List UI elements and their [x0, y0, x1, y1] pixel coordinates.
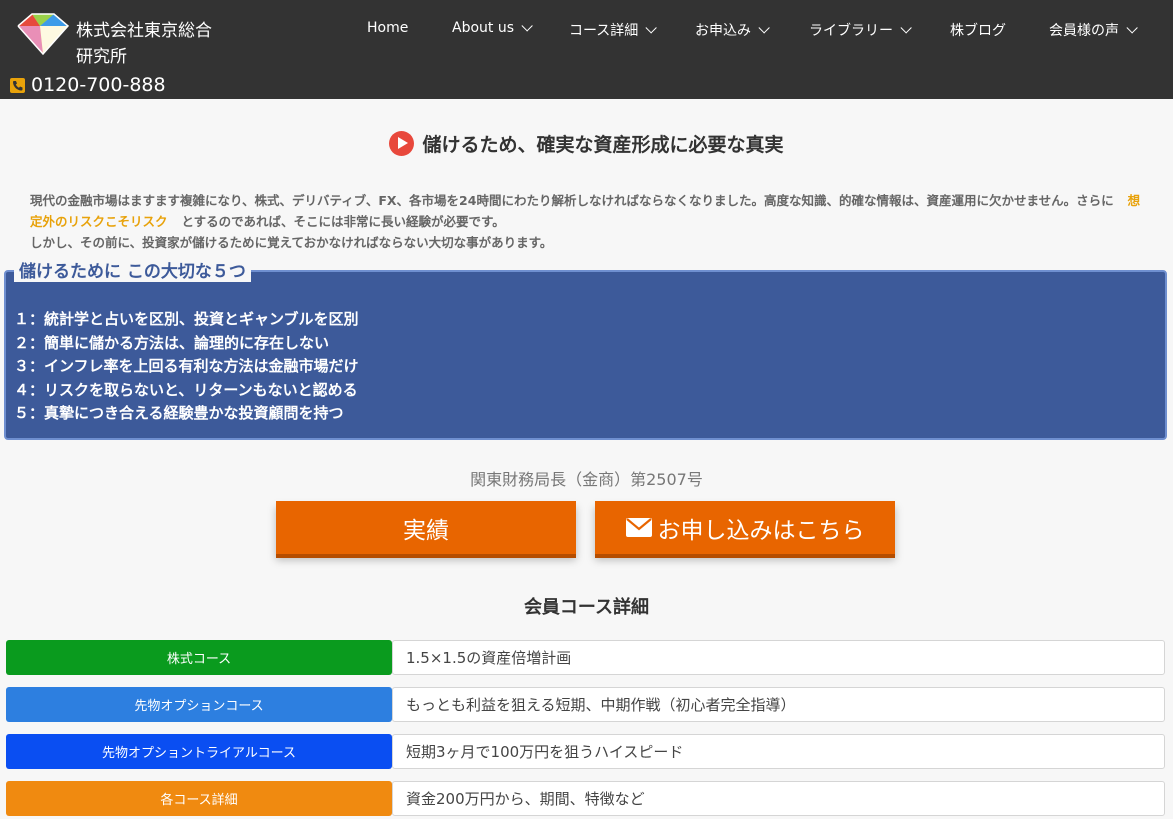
- site-header: 株式会社東京総合研究所 0120-700-888 Home About us コ…: [0, 0, 1173, 99]
- phone-number[interactable]: 0120-700-888: [10, 72, 166, 98]
- list-item: ４：リスクを取らないと、リターンもないと認める: [14, 380, 358, 399]
- nav-label: Home: [367, 20, 409, 36]
- nav-library[interactable]: ライブラリー: [809, 20, 912, 40]
- course-description: 1.5×1.5の資産倍増計画: [392, 640, 1165, 675]
- nav-label: 株ブログ: [950, 23, 1006, 39]
- course-button-stock[interactable]: 株式コース: [6, 640, 392, 675]
- nav-label: お申込み: [695, 23, 751, 39]
- course-button-futures-trial[interactable]: 先物オプショントライアルコース: [6, 734, 392, 769]
- section-heading: 儲けるため、確実な資産形成に必要な真実: [0, 130, 1173, 157]
- nav-label: コース詳細: [569, 23, 639, 39]
- nav-label: About us: [452, 20, 515, 36]
- chevron-down-icon: [645, 22, 658, 34]
- chevron-down-icon: [758, 22, 770, 34]
- apply-button[interactable]: お申し込みはこちら: [595, 501, 895, 554]
- five-points-list: １：統計学と占いを区別、投資とギャンブルを区別 ２：簡単に儲かる方法は、論理的に…: [14, 308, 359, 426]
- chevron-down-icon: [1126, 22, 1138, 34]
- nav-label: ライブラリー: [809, 23, 893, 39]
- table-row: 各コース詳細 資金200万円から、期間、特徴など: [6, 781, 1165, 816]
- nav-course-details[interactable]: コース詳細: [569, 20, 658, 40]
- table-row: 先物オプションコース もっとも利益を狙える短期、中期作戦（初心者完全指導）: [6, 687, 1165, 722]
- intro-part-1: 現代の金融市場はますます複雑になり、株式、デリバティブ、FX、各市場を24時間に…: [30, 193, 1114, 208]
- chevron-down-icon: [521, 20, 533, 32]
- company-name[interactable]: 株式会社東京総合研究所: [76, 18, 216, 70]
- intro-text: 現代の金融市場はますます複雑になり、株式、デリバティブ、FX、各市場を24時間に…: [30, 190, 1145, 253]
- courses-heading: 会員コース詳細: [523, 597, 650, 618]
- nav-label: 会員様の声: [1049, 23, 1119, 39]
- course-description: もっとも利益を狙える短期、中期作戦（初心者完全指導）: [392, 687, 1165, 722]
- intro-part-2: とするのであれば、そこには非常に長い経験が必要です。: [181, 214, 505, 229]
- course-description: 短期3ヶ月で100万円を狙うハイスピード: [392, 734, 1165, 769]
- list-item: ５：真摯につき合える経験豊かな投資顧問を持つ: [14, 404, 344, 422]
- list-item: ３：インフレ率を上回る有利な方法は金融市場だけ: [14, 357, 359, 375]
- chevron-down-icon: [900, 22, 912, 34]
- five-points-title: 儲けるために この大切な５つ: [14, 262, 251, 282]
- apply-button-label: お申し込みはこちら: [657, 517, 865, 544]
- phone-icon: [10, 77, 25, 93]
- course-button-futures-options[interactable]: 先物オプションコース: [6, 687, 392, 722]
- nav-testimonials[interactable]: 会員様の声: [1049, 20, 1138, 40]
- course-description: 資金200万円から、期間、特徴など: [392, 781, 1165, 816]
- section-heading-text: 儲けるため、確実な資産形成に必要な真実: [422, 134, 784, 156]
- company-logo-icon[interactable]: [14, 10, 72, 56]
- course-button-all-details[interactable]: 各コース詳細: [6, 781, 392, 816]
- nav-blog[interactable]: 株ブログ: [950, 20, 1006, 40]
- nav-home[interactable]: Home: [367, 20, 408, 36]
- phone-text: 0120-700-888: [31, 74, 166, 96]
- table-row: 株式コース 1.5×1.5の資産倍増計画: [6, 640, 1165, 675]
- play-icon: [389, 131, 415, 156]
- results-button[interactable]: 実績: [276, 501, 576, 554]
- nav-application[interactable]: お申込み: [695, 20, 770, 40]
- nav-about-us[interactable]: About us: [452, 20, 533, 36]
- license-number: 関東財務局長（金商）第2507号: [470, 470, 703, 489]
- mail-icon: [625, 518, 652, 537]
- list-item: １：統計学と占いを区別、投資とギャンブルを区別: [14, 310, 359, 328]
- intro-part-3: しかし、その前に、投資家が儲けるために覚えておかなければならない大切な事がありま…: [30, 235, 553, 250]
- table-row: 先物オプショントライアルコース 短期3ヶ月で100万円を狙うハイスピード: [6, 734, 1165, 769]
- results-button-label: 実績: [403, 517, 449, 544]
- list-item: ２：簡単に儲かる方法は、論理的に存在しない: [14, 333, 330, 352]
